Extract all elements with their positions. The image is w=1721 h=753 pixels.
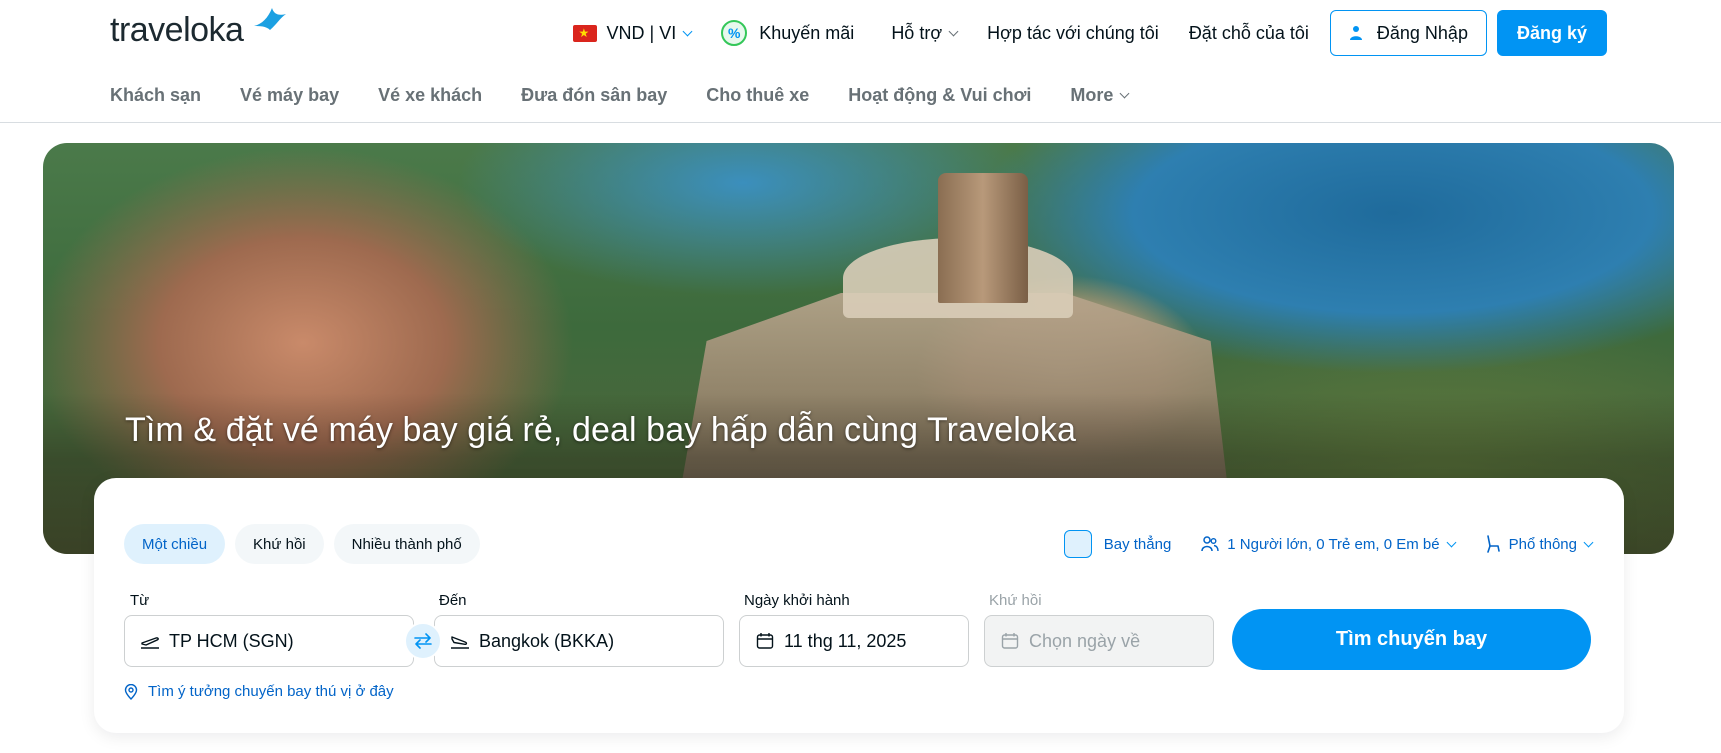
to-label: Đến — [439, 592, 467, 609]
depart-date-label: Ngày khởi hành — [744, 592, 850, 609]
seat-icon — [1485, 535, 1501, 553]
support-menu[interactable]: Hỗ trợ — [869, 10, 972, 56]
top-navigation: VND | VI % Khuyến mãi Hỗ trợ Hợp tác với… — [558, 10, 1607, 56]
subnav-item-more[interactable]: More — [1070, 84, 1130, 106]
swap-airports-button[interactable] — [404, 622, 442, 660]
subnav-label: Hoạt động & Vui chơi — [848, 84, 1032, 105]
subnav-label: More — [1070, 84, 1114, 105]
calendar-icon — [754, 630, 776, 652]
cabin-class-label: Phổ thông — [1508, 535, 1577, 553]
cabin-class-selector[interactable]: Phổ thông — [1485, 535, 1594, 553]
search-options: Bay thẳng 1 Người lớn, 0 Trẻ em, 0 Em bé… — [1063, 530, 1594, 558]
swap-icon — [414, 633, 432, 649]
subnav-item-activities[interactable]: Hoạt động & Vui chơi — [848, 85, 1031, 106]
subnav-label: Khách sạn — [110, 84, 202, 105]
currency-label: VND | VI — [606, 22, 677, 43]
flight-search-card: Một chiều Khứ hồi Nhiều thành phố Bay th… — [94, 478, 1624, 733]
subnav-item-car-rental[interactable]: Cho thuê xe — [706, 85, 809, 106]
direct-flight-toggle[interactable]: Bay thẳng — [1063, 530, 1172, 558]
user-icon — [1349, 26, 1362, 40]
flight-ideas-label: Tìm ý tưởng chuyến bay thú vị ở đây — [148, 683, 394, 700]
partner-link[interactable]: Hợp tác với chúng tôi — [972, 10, 1174, 56]
bird-logo-icon — [254, 8, 286, 30]
subnav-item-airport-transfer[interactable]: Đưa đón sân bay — [521, 85, 667, 106]
search-flights-button[interactable]: Tìm chuyến bay — [1232, 609, 1591, 670]
tab-multi-city[interactable]: Nhiều thành phố — [333, 524, 480, 564]
site-header: traveloka VND | VI % Khuyến mãi Hỗ trợ H… — [0, 0, 1721, 123]
chevron-down-icon — [1583, 537, 1594, 547]
takeoff-icon — [139, 630, 161, 652]
my-bookings-link[interactable]: Đặt chỗ của tôi — [1174, 10, 1324, 56]
return-date-placeholder: Chọn ngày về — [1029, 630, 1141, 651]
search-flights-label: Tìm chuyến bay — [1335, 628, 1488, 650]
depart-date-value: 11 thg 11, 2025 — [784, 630, 907, 651]
passengers-label: 1 Người lớn, 0 Trẻ em, 0 Em bé — [1227, 535, 1440, 553]
chevron-down-icon — [682, 26, 693, 36]
flight-ideas-link[interactable]: Tìm ý tưởng chuyến bay thú vị ở đây — [124, 683, 394, 700]
traveloka-logo[interactable]: traveloka — [110, 6, 286, 50]
partner-label: Hợp tác với chúng tôi — [987, 22, 1159, 43]
signup-label: Đăng ký — [1516, 22, 1587, 43]
hero-tower-shape — [938, 173, 1028, 303]
product-navigation: Khách sạn Vé máy bay Vé xe khách Đưa đón… — [110, 76, 1130, 114]
to-value: Bangkok (BKKA) — [479, 630, 615, 651]
trip-type-tabs: Một chiều Khứ hồi Nhiều thành phố — [124, 524, 480, 564]
from-value: TP HCM (SGN) — [169, 630, 294, 651]
subnav-label: Cho thuê xe — [706, 84, 810, 105]
tab-round-trip[interactable]: Khứ hồi — [235, 524, 324, 564]
login-label: Đăng Nhập — [1376, 22, 1468, 43]
calendar-icon — [999, 630, 1021, 652]
promo-label: Khuyến mãi — [759, 22, 855, 43]
landing-icon — [449, 630, 471, 652]
from-label: Từ — [130, 592, 150, 609]
chevron-down-icon — [1119, 88, 1130, 98]
subnav-item-flights[interactable]: Vé máy bay — [240, 85, 339, 106]
logo-text: traveloka — [110, 11, 244, 49]
subnav-label: Vé xe khách — [378, 84, 483, 105]
subnav-item-hotels[interactable]: Khách sạn — [110, 85, 201, 106]
vietnam-flag-icon — [572, 24, 597, 42]
subnav-label: Vé máy bay — [240, 84, 340, 105]
chevron-down-icon — [948, 26, 959, 36]
hero-title: Tìm & đặt vé máy bay giá rẻ, deal bay hấ… — [125, 411, 1076, 449]
percent-badge-icon: % — [721, 20, 748, 46]
promo-link[interactable]: % Khuyến mãi — [706, 10, 869, 56]
passenger-selector[interactable]: 1 Người lớn, 0 Trẻ em, 0 Em bé — [1201, 535, 1457, 553]
to-field[interactable]: Bangkok (BKKA) — [434, 615, 724, 667]
return-date-field[interactable]: Chọn ngày về — [984, 615, 1214, 667]
signup-button[interactable]: Đăng ký — [1496, 10, 1607, 56]
chevron-down-icon — [1446, 537, 1457, 547]
login-button[interactable]: Đăng Nhập — [1329, 10, 1487, 56]
from-field[interactable]: TP HCM (SGN) — [124, 615, 414, 667]
return-date-label: Khứ hồi — [989, 592, 1042, 609]
passengers-icon — [1201, 536, 1219, 552]
direct-flight-label: Bay thẳng — [1103, 535, 1172, 553]
tab-one-way[interactable]: Một chiều — [124, 524, 226, 564]
subnav-item-bus[interactable]: Vé xe khách — [378, 85, 482, 106]
location-pin-icon — [124, 683, 138, 700]
subnav-label: Đưa đón sân bay — [521, 84, 668, 105]
depart-date-field[interactable]: 11 thg 11, 2025 — [739, 615, 969, 667]
my-bookings-label: Đặt chỗ của tôi — [1188, 22, 1309, 43]
support-label: Hỗ trợ — [891, 22, 943, 43]
direct-flight-checkbox[interactable] — [1063, 530, 1092, 558]
currency-language-selector[interactable]: VND | VI — [558, 10, 707, 56]
